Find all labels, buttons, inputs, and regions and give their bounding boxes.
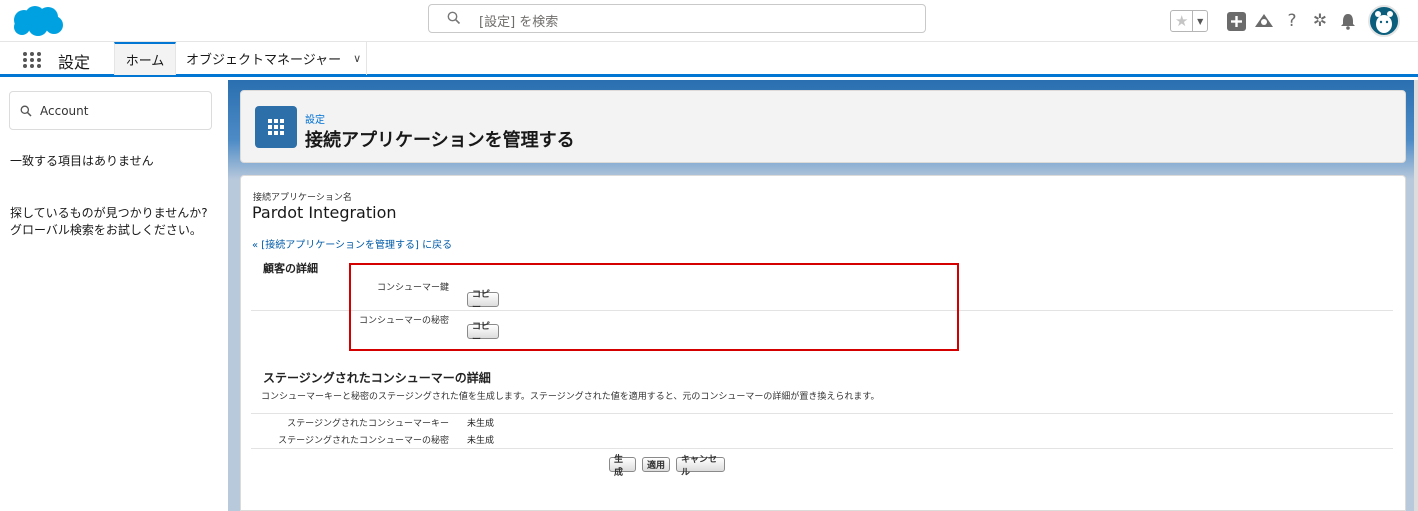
global-search-input[interactable]: [設定] を検索 (428, 4, 926, 33)
back-link[interactable]: « [接続アプリケーションを管理する] に戻る (252, 236, 452, 251)
global-actions-icon[interactable] (1222, 7, 1250, 35)
setup-app-icon (255, 106, 297, 148)
breadcrumb[interactable]: 設定 (305, 111, 325, 126)
staged-consumer-secret-value: 未生成 (467, 436, 495, 446)
header-utility-icons: ★ ▼ ? ✲ (1170, 4, 1400, 38)
staged-consumer-secret-label: ステージングされたコンシューマーの秘密 (278, 436, 449, 446)
quick-find-input[interactable]: Account (9, 91, 212, 130)
customer-details-title: 顧客の詳細 (263, 262, 318, 275)
setup-sidebar: Account 一致する項目はありません 探しているものが見つかりませんか? グ… (0, 80, 228, 511)
app-launcher-icon[interactable] (22, 51, 42, 69)
tab-object-manager-label: オブジェクトマネージャー (186, 53, 342, 68)
gear-icon[interactable]: ✲ (1306, 7, 1334, 35)
quick-find-value: Account (40, 104, 89, 118)
bell-icon[interactable] (1334, 7, 1362, 35)
app-navigation-bar: 設定 ホーム オブジェクトマネージャー ∨ (0, 42, 1418, 77)
page-title: 接続アプリケーションを管理する (305, 130, 575, 151)
favorites-control[interactable]: ★ ▼ (1170, 10, 1208, 32)
page-scrollbar[interactable] (1414, 80, 1418, 511)
cancel-button[interactable]: キャンセル (676, 455, 725, 478)
no-match-message: 一致する項目はありません (10, 154, 154, 168)
highlight-annotation-box (349, 263, 959, 351)
help-icon[interactable]: ? (1278, 7, 1306, 35)
row-divider (251, 413, 1393, 414)
help-text-line1: 探しているものが見つかりませんか? (10, 206, 208, 220)
search-icon (447, 11, 461, 25)
generate-button[interactable]: 生成 (609, 455, 636, 478)
staging-details-title: ステージングされたコンシューマーの詳細 (263, 371, 491, 385)
app-name: 設定 (58, 53, 91, 72)
tab-object-manager[interactable]: オブジェクトマネージャー ∨ (177, 42, 367, 75)
help-text-line2: グローバル検索をお試しください。 (10, 223, 202, 237)
search-icon (20, 105, 32, 117)
page-header: 設定 接続アプリケーションを管理する (240, 90, 1406, 163)
row-divider (251, 448, 1393, 449)
staging-description: コンシューマーキーと秘密のステージングされた値を生成します。ステージングされた値… (261, 392, 880, 402)
connected-app-detail: 接続アプリケーション名 Pardot Integration « [接続アプリケ… (240, 175, 1406, 511)
connected-app-name: Pardot Integration (252, 203, 397, 222)
star-icon[interactable]: ★ (1171, 11, 1192, 31)
salesforce-logo[interactable] (10, 4, 64, 38)
tab-home[interactable]: ホーム (114, 42, 176, 75)
connected-app-name-label: 接続アプリケーション名 (253, 193, 352, 203)
chevron-down-icon[interactable]: ∨ (353, 52, 361, 65)
caret-down-icon[interactable]: ▼ (1192, 11, 1207, 31)
user-avatar[interactable] (1368, 5, 1400, 37)
staged-consumer-key-label: ステージングされたコンシューマーキー (287, 419, 449, 429)
staged-consumer-key-value: 未生成 (467, 419, 495, 429)
global-header: [設定] を検索 ★ ▼ ? ✲ (0, 0, 1418, 42)
trailhead-icon[interactable] (1250, 7, 1278, 35)
apply-button[interactable]: 適用 (642, 457, 670, 472)
tab-home-label: ホーム (125, 54, 165, 69)
search-placeholder: [設定] を検索 (479, 15, 559, 30)
